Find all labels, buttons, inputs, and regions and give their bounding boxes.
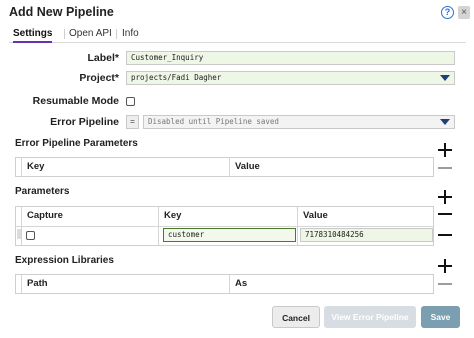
- column-header-value: Value: [303, 210, 328, 221]
- add-expression-library-plus-icon[interactable]: [438, 259, 452, 273]
- resumable-mode-label: Resumable Mode: [32, 95, 119, 107]
- save-button[interactable]: Save: [421, 306, 460, 328]
- project-select[interactable]: projects/Fadi Dagher: [126, 71, 455, 85]
- drag-handle-icon[interactable]: [17, 229, 21, 239]
- remove-expression-library-minus-icon[interactable]: [438, 283, 452, 286]
- remove-error-param-minus-icon[interactable]: [438, 167, 452, 170]
- column-header-capture: Capture: [27, 210, 63, 221]
- tab-open-api[interactable]: Open API: [69, 28, 112, 40]
- expression-libraries-table: Path As: [15, 274, 434, 294]
- error-pipeline-value: Disabled until Pipeline saved: [148, 117, 279, 126]
- column-header-as: As: [235, 278, 248, 289]
- expression-toggle-button[interactable]: =: [126, 115, 139, 129]
- tab-info[interactable]: Info: [122, 28, 139, 40]
- error-pipeline-select[interactable]: Disabled until Pipeline saved: [143, 115, 455, 129]
- parameters-title: Parameters: [15, 186, 70, 197]
- view-error-pipeline-button[interactable]: View Error Pipeline: [324, 306, 416, 328]
- chevron-down-icon[interactable]: [440, 119, 450, 125]
- tab-settings[interactable]: Settings: [13, 28, 53, 43]
- tab-divider: [116, 29, 117, 39]
- table-divider: [16, 226, 433, 227]
- column-header-path: Path: [27, 278, 48, 289]
- param-value-input[interactable]: 7178310484256: [300, 228, 433, 242]
- column-header-key: Key: [164, 210, 182, 221]
- add-error-param-plus-icon[interactable]: [438, 143, 452, 157]
- project-field-label: Project*: [79, 72, 119, 84]
- column-header-value: Value: [235, 161, 260, 172]
- close-icon[interactable]: ×: [458, 6, 470, 19]
- param-key-input[interactable]: customer: [163, 228, 296, 242]
- label-input[interactable]: Customer_Inquiry: [126, 51, 455, 65]
- tab-divider: [64, 29, 65, 39]
- dialog-title: Add New Pipeline: [9, 5, 114, 19]
- capture-checkbox[interactable]: [26, 231, 35, 240]
- cancel-button[interactable]: Cancel: [272, 306, 320, 328]
- help-icon[interactable]: ?: [441, 6, 454, 19]
- chevron-down-icon[interactable]: [440, 75, 450, 81]
- add-param-plus-icon[interactable]: [438, 190, 452, 204]
- column-header-key: Key: [27, 161, 45, 172]
- tab-bar: Settings Open API Info: [9, 28, 466, 43]
- label-field-label: Label*: [87, 52, 119, 64]
- error-pipeline-parameters-title: Error Pipeline Parameters: [15, 138, 138, 149]
- error-params-table: Key Value: [15, 157, 434, 177]
- project-value: projects/Fadi Dagher: [131, 73, 222, 82]
- remove-param-row-minus-icon[interactable]: [438, 234, 452, 237]
- expression-libraries-title: Expression Libraries: [15, 255, 114, 266]
- resumable-mode-checkbox[interactable]: [126, 97, 135, 106]
- remove-param-minus-icon[interactable]: [438, 213, 452, 216]
- error-pipeline-label: Error Pipeline: [50, 116, 119, 128]
